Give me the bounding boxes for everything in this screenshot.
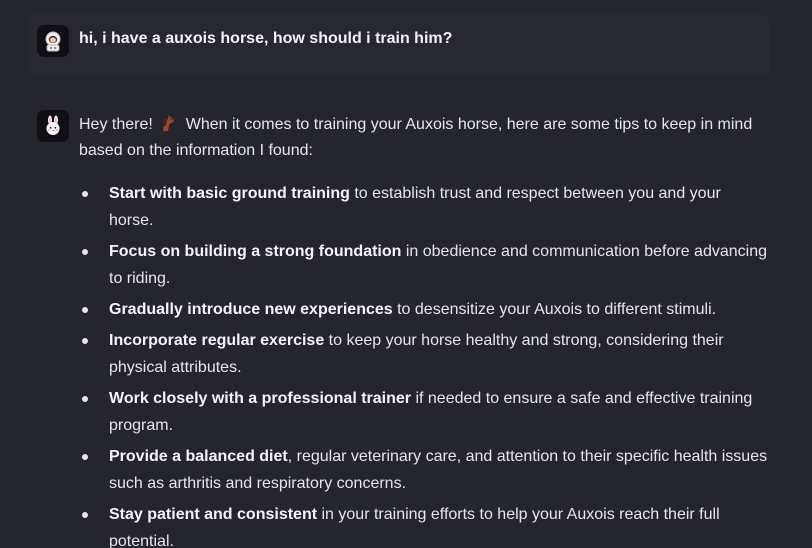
assistant-intro: Hey there! When it comes to training you… — [79, 112, 769, 164]
tip-heading: Provide a balanced diet — [109, 448, 288, 465]
list-item: Work closely with a professional trainer… — [79, 385, 769, 439]
list-item: Stay patient and consistent in your trai… — [79, 501, 769, 548]
tip-heading: Gradually introduce new experiences — [109, 301, 393, 318]
bullet-icon — [82, 454, 88, 460]
tip-heading: Start with basic ground training — [109, 185, 350, 202]
bullet-icon — [82, 307, 88, 313]
list-item: Provide a balanced diet, regular veterin… — [79, 443, 769, 497]
chat-page: hi, i have a auxois horse, how should i … — [0, 0, 812, 548]
assistant-intro-text: When it comes to training your Auxois ho… — [79, 116, 753, 159]
list-item: Start with basic ground training to esta… — [79, 180, 769, 234]
tip-heading: Work closely with a professional trainer — [109, 390, 412, 407]
user-message-text: hi, i have a auxois horse, how should i … — [79, 30, 453, 47]
tip-heading: Focus on building a strong foundation — [109, 243, 402, 260]
bullet-icon — [82, 396, 88, 402]
list-item: Gradually introduce new experiences to d… — [79, 296, 769, 323]
assistant-greeting: Hey there! — [79, 116, 153, 133]
tip-heading: Stay patient and consistent — [109, 506, 318, 523]
tip-text: to desensitize your Auxois to different … — [392, 301, 717, 318]
horse-icon — [159, 114, 177, 132]
bullet-icon — [82, 191, 88, 197]
bullet-icon — [82, 338, 88, 344]
list-item: Incorporate regular exercise to keep you… — [79, 327, 769, 381]
bullet-icon — [82, 512, 88, 518]
tip-heading: Incorporate regular exercise — [109, 332, 325, 349]
list-item: Focus on building a strong foundation in… — [79, 238, 769, 292]
bullet-icon — [82, 249, 88, 255]
bunny-avatar-icon — [37, 110, 69, 142]
training-tips-list: Start with basic ground training to esta… — [79, 180, 769, 548]
astronaut-avatar-icon — [37, 25, 69, 57]
